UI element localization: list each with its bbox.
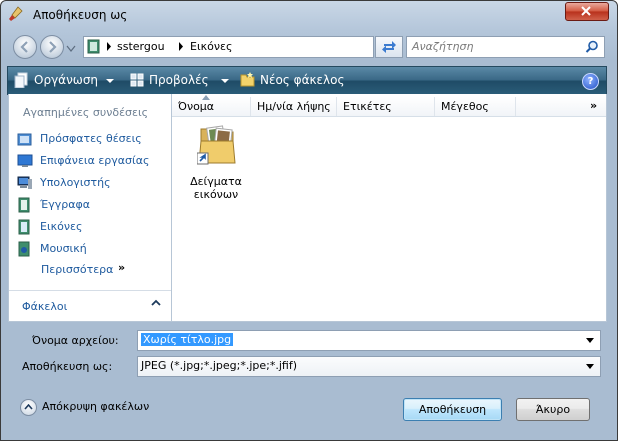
more-links[interactable]: Περισσότερα (41, 263, 113, 276)
column-date-taken[interactable]: Ημ/νία λήψης (251, 97, 337, 116)
nav-item-label: Μουσική (40, 242, 87, 255)
chevron-up-icon[interactable] (151, 299, 161, 307)
desktop-icon (17, 154, 33, 167)
chevron-down-icon (66, 45, 76, 52)
search-icon[interactable] (585, 40, 599, 54)
nav-item-label: Εικόνες (40, 220, 83, 233)
chevron-down-icon[interactable] (586, 364, 594, 369)
favorite-links-header: Αγαπημένες συνδέσεις (23, 106, 149, 119)
command-toolbar: Οργάνωση Προβολές Νέος φάκελος ? (7, 66, 607, 95)
documents-icon (18, 197, 30, 213)
forward-button[interactable] (40, 35, 64, 59)
recent-pages-dropdown[interactable] (66, 43, 76, 52)
breadcrumb-separator-icon (107, 42, 111, 51)
nav-item-recent-places[interactable]: Πρόσφατες θέσεις (17, 130, 167, 148)
column-label: Ημ/νία λήψης (257, 100, 331, 113)
save-as-type-label: Αποθήκευση ως: (22, 360, 113, 373)
nav-item-label: Πρόσφατες θέσεις (40, 132, 142, 145)
address-bar[interactable]: sstergou Εικόνες (83, 36, 448, 58)
filename-label: Όνομα αρχείου: (32, 334, 119, 347)
views-label: Προβολές (149, 73, 209, 87)
folders-toggle[interactable]: Φάκελοι (22, 300, 67, 313)
computer-icon (17, 176, 32, 189)
nav-item-label: Έγγραφα (40, 198, 90, 211)
close-button[interactable] (565, 2, 609, 21)
search-placeholder: Αναζήτηση (412, 40, 474, 53)
breadcrumb-user[interactable]: sstergou (117, 40, 165, 53)
organize-icon (14, 72, 28, 88)
views-icon (130, 73, 144, 87)
nav-item-music[interactable]: Μουσική (17, 240, 167, 258)
hide-folders-button[interactable]: Απόκρυψη φακέλων (20, 399, 170, 416)
save-as-type-value: JPEG (*.jpg;*.jpeg;*.jpe;*.jfif) (141, 359, 298, 372)
filename-field[interactable]: Χωρίς τίτλο.jpg (137, 330, 601, 351)
chevron-down-icon (221, 79, 229, 83)
music-icon (18, 241, 30, 257)
nav-item-label: Υπολογιστής (40, 176, 111, 189)
folder-label: Δείγματα εικόνων (190, 175, 242, 201)
window-title: Αποθήκευση ως (33, 8, 128, 22)
back-arrow-icon (20, 41, 28, 53)
organize-menu[interactable]: Οργάνωση (14, 72, 114, 89)
save-button[interactable]: Αποθήκευση (403, 398, 502, 421)
column-size[interactable]: Μέγεθος (435, 97, 516, 116)
nav-item-pictures[interactable]: Εικόνες (17, 218, 167, 236)
nav-item-desktop[interactable]: Επιφάνεια εργασίας (17, 152, 167, 170)
views-menu[interactable]: Προβολές (130, 72, 230, 89)
back-button[interactable] (13, 35, 37, 59)
refresh-icon (382, 41, 396, 53)
close-icon (581, 6, 591, 16)
refresh-button[interactable] (375, 36, 403, 58)
chevron-up-icon (20, 399, 37, 416)
search-input[interactable]: Αναζήτηση (406, 36, 605, 58)
chevron-down-icon[interactable] (586, 338, 594, 343)
new-folder-label: Νέος φάκελος (260, 73, 345, 87)
column-label: Ετικέτες (343, 100, 392, 113)
column-label: Όνομα (178, 100, 215, 113)
chevron-down-icon (106, 79, 114, 83)
nav-item-documents[interactable]: Έγγραφα (17, 196, 167, 214)
organize-label: Οργάνωση (34, 73, 99, 87)
filename-value: Χωρίς τίτλο.jpg (141, 333, 234, 346)
pictures-icon (18, 219, 30, 235)
sort-ascending-icon (202, 95, 210, 100)
column-name[interactable]: Όνομα (172, 95, 251, 116)
column-label: Μέγεθος (441, 100, 489, 113)
nav-item-label: Επιφάνεια εργασίας (40, 154, 150, 167)
double-chevron-right-icon[interactable]: » (118, 261, 125, 274)
breadcrumb-separator-icon (179, 42, 183, 51)
title-bar[interactable]: Αποθήκευση ως (0, 0, 618, 28)
cancel-button[interactable]: Άκυρο (516, 398, 590, 421)
divider (9, 290, 171, 291)
folder-location-icon (87, 39, 101, 54)
column-tags[interactable]: Ετικέτες (337, 97, 435, 116)
recent-places-icon (17, 133, 32, 146)
new-folder-icon (240, 72, 255, 87)
file-list: Όνομα Ημ/νία λήψης Ετικέτες Μέγεθος » Δε… (171, 94, 607, 322)
save-as-type-select[interactable]: JPEG (*.jpg;*.jpeg;*.jpe;*.jfif) (137, 356, 601, 377)
hide-folders-label: Απόκρυψη φακέλων (42, 400, 150, 413)
new-folder-button[interactable]: Νέος φάκελος (240, 72, 350, 89)
help-icon[interactable]: ? (582, 73, 599, 90)
column-header-row: Όνομα Ημ/νία λήψης Ετικέτες Μέγεθος » (172, 95, 606, 117)
paint-brush-icon (8, 6, 24, 22)
sample-pictures-folder-icon (196, 123, 237, 167)
breadcrumb-pictures[interactable]: Εικόνες (190, 40, 232, 53)
more-columns-icon[interactable]: » (590, 99, 597, 112)
navigation-pane: Αγαπημένες συνδέσεις Πρόσφατες θέσεις Επ… (8, 94, 172, 322)
folder-item-sample-pictures[interactable]: Δείγματα εικόνων (185, 123, 247, 203)
nav-item-computer[interactable]: Υπολογιστής (17, 174, 167, 192)
forward-arrow-icon (49, 41, 57, 53)
